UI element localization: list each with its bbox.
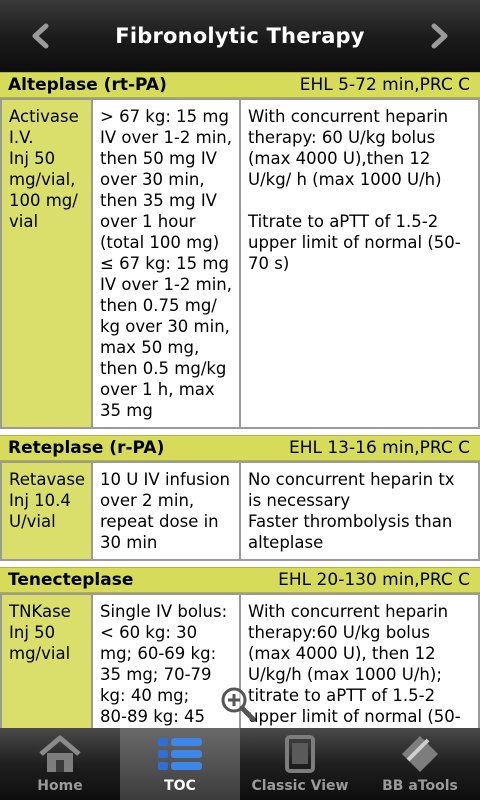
dosing-cell: > 67 kg: 15 mg IV over 1-2 min, then 50 … xyxy=(91,98,241,429)
document-icon xyxy=(282,734,318,774)
notes-cell: With concurrent heparin therapy:60 U/kg … xyxy=(239,593,480,728)
tab-label: Classic View xyxy=(251,778,349,794)
brand-cell: Activase I.V. Inj 50 mg/vial, 100 mg/ vi… xyxy=(0,98,93,429)
tools-icon xyxy=(398,734,442,774)
tab-classic-view[interactable]: Classic View xyxy=(240,728,360,800)
tab-label: BB aTools xyxy=(382,778,458,794)
page-title: Fibronolytic Therapy xyxy=(115,24,365,48)
dosing-cell: 10 U IV infusion over 2 min, repeat dose… xyxy=(91,461,241,561)
table-row: Retavase Inj 10.4 U/vial 10 U IV infusio… xyxy=(0,461,480,561)
table-row: Activase I.V. Inj 50 mg/vial, 100 mg/ vi… xyxy=(0,98,480,429)
list-icon xyxy=(156,734,204,774)
home-icon xyxy=(37,734,83,774)
notes-cell: No concurrent heparin tx is necessary Fa… xyxy=(239,461,480,561)
section-header-reteplase: Reteplase (r-PA) EHL 13-16 min,PRC C xyxy=(0,435,480,461)
section-header-alteplase: Alteplase (rt-PA) EHL 5-72 min,PRC C xyxy=(0,72,480,98)
zoom-in-icon[interactable] xyxy=(218,684,258,724)
section-name: Reteplase (r-PA) xyxy=(8,438,165,458)
tab-label: TOC xyxy=(164,778,196,794)
drug-table-alteplase: Activase I.V. Inj 50 mg/vial, 100 mg/ vi… xyxy=(0,98,480,429)
tab-bb-atools[interactable]: BB aTools xyxy=(360,728,480,800)
tab-home[interactable]: Home xyxy=(0,728,120,800)
section-name: Alteplase (rt-PA) xyxy=(8,75,167,95)
notes-cell: With concurrent heparin therapy: 60 U/kg… xyxy=(239,98,480,429)
tab-label: Home xyxy=(37,778,83,794)
section-header-tenecteplase: Tenecteplase EHL 20-130 min,PRC C xyxy=(0,567,480,593)
brand-cell: Retavase Inj 10.4 U/vial xyxy=(0,461,93,561)
section-meta: EHL 13-16 min,PRC C xyxy=(288,438,470,458)
chevron-left-icon[interactable] xyxy=(26,22,54,50)
drug-table-reteplase: Retavase Inj 10.4 U/vial 10 U IV infusio… xyxy=(0,461,480,561)
chevron-right-icon[interactable] xyxy=(426,22,454,50)
tab-toc[interactable]: TOC xyxy=(120,728,240,800)
title-bar: Fibronolytic Therapy xyxy=(0,0,480,72)
section-name: Tenecteplase xyxy=(8,570,134,590)
section-meta: EHL 20-130 min,PRC C xyxy=(278,570,470,590)
brand-cell: TNKase Inj 50 mg/vial xyxy=(0,593,93,728)
drug-content[interactable]: Alteplase (rt-PA) EHL 5-72 min,PRC C Act… xyxy=(0,72,480,728)
bottom-tab-bar: Home TOC Classic View BB aTools xyxy=(0,728,480,800)
section-meta: EHL 5-72 min,PRC C xyxy=(299,75,470,95)
